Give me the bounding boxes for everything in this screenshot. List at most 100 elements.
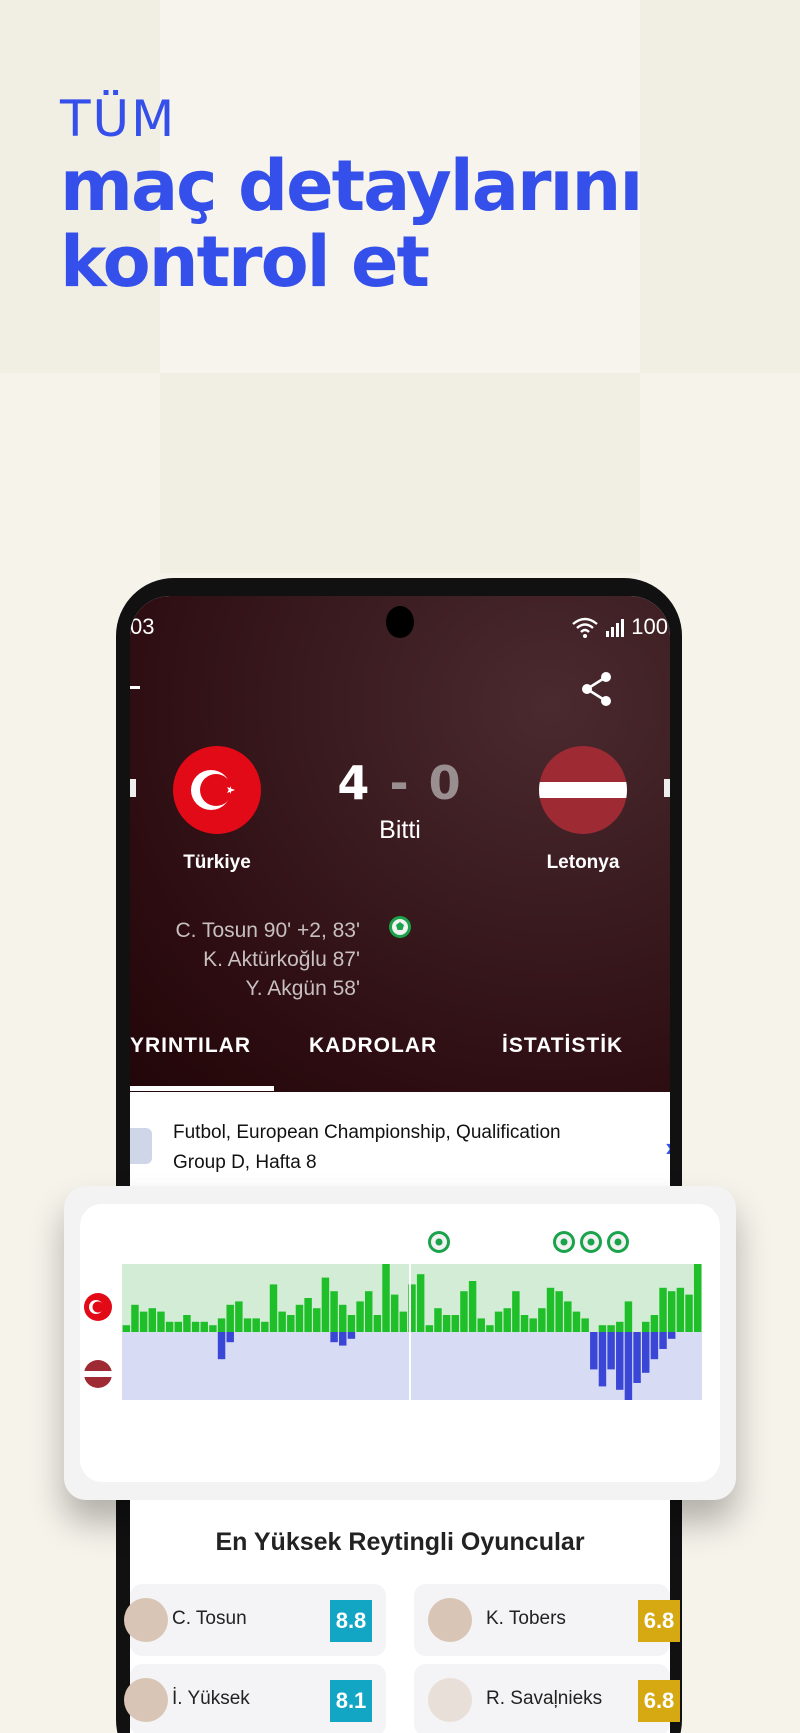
away-bar — [598, 1332, 607, 1387]
match-score: 4 - 0 Bitti — [300, 756, 500, 845]
turkey-flag-icon — [173, 746, 261, 834]
home-bar — [416, 1274, 425, 1332]
home-bar — [200, 1321, 208, 1332]
player-name: K. Tobers — [486, 1608, 566, 1629]
promo-headline: TÜM maç detaylarını kontrol et — [60, 90, 643, 303]
home-bar — [209, 1325, 217, 1332]
competition-row[interactable]: Futbol, European Championship, Qualifica… — [130, 1108, 670, 1188]
home-bar — [174, 1321, 182, 1332]
momentum-chart — [84, 1231, 702, 1400]
home-bar — [217, 1318, 226, 1332]
away-area — [122, 1332, 702, 1400]
home-bar — [191, 1321, 200, 1332]
player-name: R. Savaļnieks — [486, 1688, 603, 1709]
away-bar — [590, 1332, 598, 1370]
momentum-card — [64, 1186, 736, 1500]
home-bar — [261, 1321, 269, 1332]
next-match-edge[interactable] — [664, 779, 670, 797]
player-card[interactable]: İ. Yüksek 8.1 — [124, 1664, 386, 1733]
away-team[interactable]: Letonya — [503, 746, 663, 874]
competition-logo-icon — [130, 1128, 152, 1164]
home-bar — [339, 1304, 347, 1332]
home-bar — [529, 1318, 537, 1332]
player-card[interactable]: R. Savaļnieks 6.8 — [414, 1664, 680, 1733]
home-bar — [477, 1318, 485, 1332]
home-bar — [546, 1287, 555, 1332]
match-tabs: YRINTILAR KADROLAR İSTATİSTİK — [130, 1034, 670, 1092]
home-bar — [382, 1264, 390, 1332]
chevron-right-icon: › — [665, 1132, 670, 1163]
flag-crescent-cut — [92, 1301, 104, 1313]
home-bar — [572, 1311, 581, 1332]
player-name: C. Tosun — [172, 1608, 247, 1629]
home-bar — [252, 1318, 260, 1332]
tab-lineups[interactable]: KADROLAR — [309, 1034, 437, 1058]
promo-line-1: TÜM — [60, 90, 177, 148]
home-bar — [564, 1301, 572, 1332]
home-bar — [676, 1287, 685, 1332]
home-team[interactable]: Türkiye — [137, 746, 297, 874]
tab-statistics[interactable]: İSTATİSTİK — [502, 1034, 623, 1058]
home-bar — [183, 1315, 191, 1332]
goal-football-patch — [560, 1238, 568, 1246]
home-bar — [157, 1311, 165, 1332]
top-rated-title: En Yüksek Reytingli Oyuncular — [215, 1528, 585, 1556]
back-icon[interactable] — [130, 686, 140, 689]
player-rating: 6.8 — [638, 1680, 680, 1722]
player-rating: 6.8 — [638, 1600, 680, 1642]
away-bar — [624, 1332, 633, 1400]
home-bar — [139, 1311, 148, 1332]
away-bar — [633, 1332, 641, 1383]
away-bar — [330, 1332, 338, 1343]
home-bar — [330, 1291, 338, 1332]
home-bar — [321, 1277, 330, 1332]
home-bar — [693, 1264, 702, 1332]
home-bar — [607, 1325, 615, 1332]
match-status: Bitti — [379, 816, 421, 844]
momentum-chart-panel — [80, 1204, 720, 1482]
home-bar — [503, 1308, 511, 1332]
home-score: 4 — [337, 756, 372, 810]
home-bar — [520, 1315, 529, 1332]
wifi-icon — [572, 617, 599, 638]
score-separator: - — [389, 756, 411, 810]
goal-football-patch — [614, 1238, 622, 1246]
home-bar — [243, 1318, 252, 1332]
home-bar — [269, 1284, 278, 1332]
avatar — [124, 1678, 168, 1722]
home-bar — [659, 1287, 667, 1332]
scorer-line: K. Aktürkoğlu 87' — [203, 948, 360, 971]
home-bar — [451, 1315, 460, 1332]
scorer-line: C. Tosun 90' +2, 83' — [175, 919, 360, 942]
home-bar — [122, 1325, 131, 1332]
home-bar — [313, 1308, 321, 1332]
signal-icon — [606, 619, 625, 637]
home-bar — [616, 1321, 624, 1332]
player-card[interactable]: C. Tosun 8.8 — [124, 1584, 386, 1656]
home-bar — [278, 1311, 286, 1332]
home-bar — [295, 1304, 304, 1332]
tab-details[interactable]: YRINTILAR — [130, 1034, 251, 1058]
goal-scorers: C. Tosun 90' +2, 83' K. Aktürkoğlu 87' Y… — [175, 916, 360, 1003]
home-bar — [581, 1318, 589, 1332]
promo-line-2: maç detaylarını — [60, 145, 643, 227]
home-bar — [373, 1315, 382, 1332]
home-bar — [486, 1325, 494, 1332]
top-rated-section: En Yüksek Reytingli Oyuncular C. Tosun 8… — [124, 1500, 680, 1733]
share-icon[interactable] — [580, 671, 614, 707]
prev-match-edge[interactable] — [130, 779, 136, 797]
home-bar — [304, 1298, 312, 1332]
away-bar — [607, 1332, 615, 1370]
away-bar — [226, 1332, 234, 1343]
avatar — [124, 1598, 168, 1642]
promo-line-3: kontrol et — [60, 221, 430, 303]
player-card[interactable]: K. Tobers 6.8 — [414, 1584, 680, 1656]
active-tab-indicator — [130, 1086, 274, 1091]
avatar — [428, 1598, 472, 1642]
avatar — [428, 1678, 472, 1722]
home-bar — [165, 1321, 174, 1332]
home-bar — [512, 1291, 520, 1332]
camera-notch — [386, 606, 414, 638]
home-bar — [685, 1294, 693, 1332]
home-bar — [148, 1308, 157, 1332]
